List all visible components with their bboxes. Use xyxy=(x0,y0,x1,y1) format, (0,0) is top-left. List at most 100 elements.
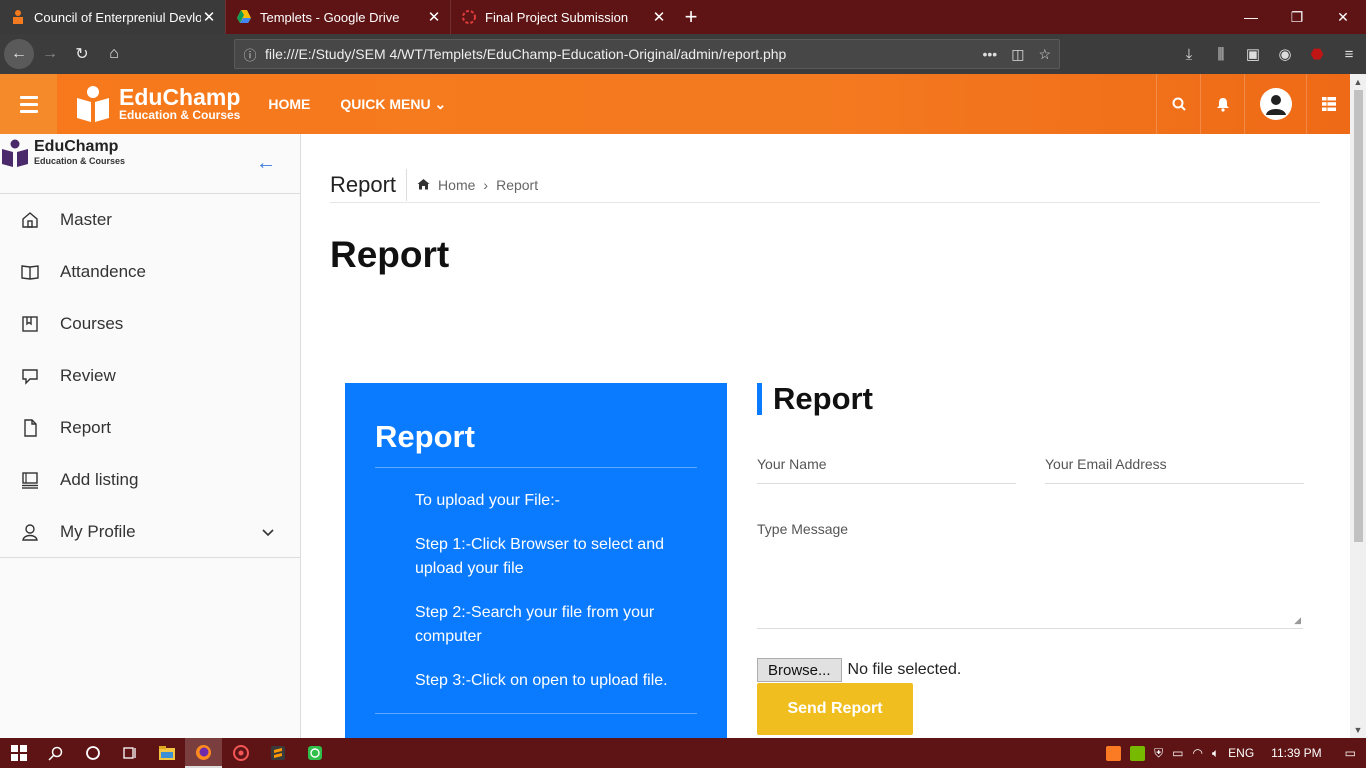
file-explorer-icon[interactable] xyxy=(148,738,185,768)
home-icon xyxy=(417,177,430,193)
windows-taskbar: ⛨ ▭ ◠ 🔈︎ ENG 11:39 PM ▭ xyxy=(0,738,1366,768)
browser-nav-bar: ← → ↻ ⌂ ⓘ file:///E:/Study/SEM 4/WT/Temp… xyxy=(0,34,1366,74)
nav-home-link[interactable]: HOME xyxy=(268,96,310,113)
volume-icon[interactable]: 🔈︎ xyxy=(1212,746,1219,761)
scroll-down-arrow-icon[interactable]: ▼ xyxy=(1350,725,1366,735)
site-info-icon[interactable]: ⓘ xyxy=(235,45,265,64)
name-field[interactable]: Your Name xyxy=(757,450,1016,484)
search-icon[interactable] xyxy=(37,738,74,768)
bookmark-star-icon[interactable]: ☆ xyxy=(1038,46,1051,63)
grid-menu-icon[interactable] xyxy=(1306,74,1350,134)
url-bar[interactable]: ⓘ file:///E:/Study/SEM 4/WT/Templets/Edu… xyxy=(234,39,1060,69)
download-icon[interactable]: ⤓ xyxy=(1178,46,1200,63)
divider xyxy=(375,467,697,468)
new-tab-button[interactable]: + xyxy=(675,0,707,34)
user-avatar[interactable] xyxy=(1244,74,1306,134)
notification-center-icon[interactable]: ▭ xyxy=(1345,746,1356,760)
message-textarea[interactable]: Type Message ◢ xyxy=(757,515,1303,629)
divider xyxy=(375,713,697,714)
collapse-sidebar-arrow-icon[interactable]: ← xyxy=(256,152,276,175)
sidebar-item-label: Attandence xyxy=(60,262,147,281)
scrollbar-thumb[interactable] xyxy=(1354,90,1363,542)
browse-button[interactable]: Browse... xyxy=(757,658,842,682)
close-tab-icon[interactable]: ✕ xyxy=(426,8,442,26)
email-field[interactable]: Your Email Address xyxy=(1045,450,1304,484)
defender-shield-icon[interactable]: ⛨ xyxy=(1154,746,1163,761)
notification-bell-icon[interactable] xyxy=(1200,74,1244,134)
pocket-icon[interactable]: ◫ xyxy=(1011,46,1024,63)
tab-title: Final Project Submission xyxy=(485,9,629,25)
reload-icon[interactable]: ↻ xyxy=(66,38,98,70)
sidebar-toggle-icon[interactable]: ▣ xyxy=(1242,45,1264,63)
tab-title: Templets - Google Drive xyxy=(260,9,400,25)
close-window-icon[interactable]: ✕ xyxy=(1320,0,1366,34)
windows-start-icon[interactable] xyxy=(0,738,37,768)
tab-title: Council of Enterpreniul Devlop xyxy=(34,9,201,25)
chevron-right-icon: › xyxy=(483,177,489,193)
site-logo[interactable]: EduChamp Education & Courses xyxy=(73,84,240,124)
brand-name: EduChamp xyxy=(119,84,241,110)
ublock-icon[interactable]: ⬣ xyxy=(1306,45,1328,63)
sidebar-brand-name: EduChamp xyxy=(34,138,119,155)
breadcrumb-current: Report xyxy=(496,177,539,193)
minimize-icon[interactable]: — xyxy=(1228,0,1274,34)
sidebar-item-review[interactable]: Review xyxy=(0,350,300,402)
page-scrollbar[interactable]: ▲ ▼ xyxy=(1350,74,1366,738)
xampp-tray-icon[interactable] xyxy=(1106,745,1122,761)
instruction-step: To upload your File:- xyxy=(415,492,560,509)
site-header: EduChamp Education & Courses HOME QUICK … xyxy=(0,74,1350,134)
nvidia-tray-icon[interactable] xyxy=(1130,745,1146,761)
sidebar: EduChamp Education & Courses ← Master At… xyxy=(0,134,301,738)
sidebar-item-courses[interactable]: Courses xyxy=(0,298,300,350)
cortana-icon[interactable] xyxy=(74,738,111,768)
home-icon[interactable]: ⌂ xyxy=(98,38,130,70)
breadcrumb-home-link[interactable]: Home xyxy=(438,177,475,193)
language-indicator[interactable]: ENG xyxy=(1228,746,1254,760)
sidebar-item-label: Review xyxy=(60,366,116,385)
url-text[interactable]: file:///E:/Study/SEM 4/WT/Templets/EduCh… xyxy=(265,46,982,62)
hamburger-menu-icon[interactable] xyxy=(0,74,57,134)
back-arrow-icon[interactable]: ← xyxy=(4,39,34,69)
browser-tab-drive[interactable]: Templets - Google Drive ✕ xyxy=(225,0,450,34)
scroll-up-arrow-icon[interactable]: ▲ xyxy=(1350,77,1366,87)
forward-arrow-icon[interactable]: → xyxy=(34,38,66,70)
sublime-text-icon[interactable] xyxy=(259,738,296,768)
clock[interactable]: 11:39 PM xyxy=(1271,746,1321,760)
task-view-icon[interactable] xyxy=(111,738,148,768)
restore-icon[interactable]: ❐ xyxy=(1274,0,1320,34)
instruction-step: Step 2:-Search your file from your compu… xyxy=(415,604,655,645)
list-icon xyxy=(20,470,40,490)
sidebar-item-attandence[interactable]: Attandence xyxy=(0,246,300,298)
avatar-icon xyxy=(1259,88,1292,120)
close-tab-icon[interactable]: ✕ xyxy=(201,8,217,26)
wifi-icon[interactable]: ◠ xyxy=(1192,746,1202,760)
nav-quick-menu[interactable]: QUICK MENU ⌄ xyxy=(340,96,446,113)
firefox-icon[interactable] xyxy=(185,738,222,768)
sidebar-item-report[interactable]: Report xyxy=(0,402,300,454)
battery-icon[interactable]: ▭ xyxy=(1172,746,1183,760)
breadcrumb-title: Report xyxy=(330,169,408,201)
chrome-icon[interactable] xyxy=(222,738,259,768)
close-tab-icon[interactable]: ✕ xyxy=(651,8,667,26)
library-icon[interactable]: ⫼ xyxy=(1210,46,1232,63)
browser-tab-council[interactable]: Council of Enterpreniul Devlop ✕ xyxy=(0,0,225,34)
browser-tab-final-project[interactable]: Final Project Submission ✕ xyxy=(450,0,675,34)
google-drive-icon xyxy=(236,9,252,25)
sidebar-item-label: My Profile xyxy=(60,521,136,541)
educhamp-logo-icon xyxy=(2,139,28,167)
sidebar-item-my-profile[interactable]: My Profile xyxy=(0,506,300,558)
search-icon[interactable] xyxy=(1156,74,1200,134)
send-report-button[interactable]: Send Report xyxy=(757,683,913,735)
sidebar-item-master[interactable]: Master xyxy=(0,194,300,246)
instruction-step: Step 1:-Click Browser to select and uplo… xyxy=(415,536,664,577)
browser-tab-bar: Council of Enterpreniul Devlop ✕ Templet… xyxy=(0,0,1366,34)
menu-icon[interactable]: ≡ xyxy=(1338,46,1360,63)
chevron-down-icon[interactable] xyxy=(262,522,274,542)
resize-grip-icon[interactable]: ◢ xyxy=(1294,615,1301,626)
account-icon[interactable]: ◉ xyxy=(1274,45,1296,63)
whatsapp-icon[interactable] xyxy=(296,738,333,768)
comment-icon xyxy=(20,366,40,386)
page-actions-icon[interactable]: ••• xyxy=(982,46,997,63)
sidebar-item-add-listing[interactable]: Add listing xyxy=(0,454,300,506)
educhamp-logo-icon xyxy=(77,86,109,122)
